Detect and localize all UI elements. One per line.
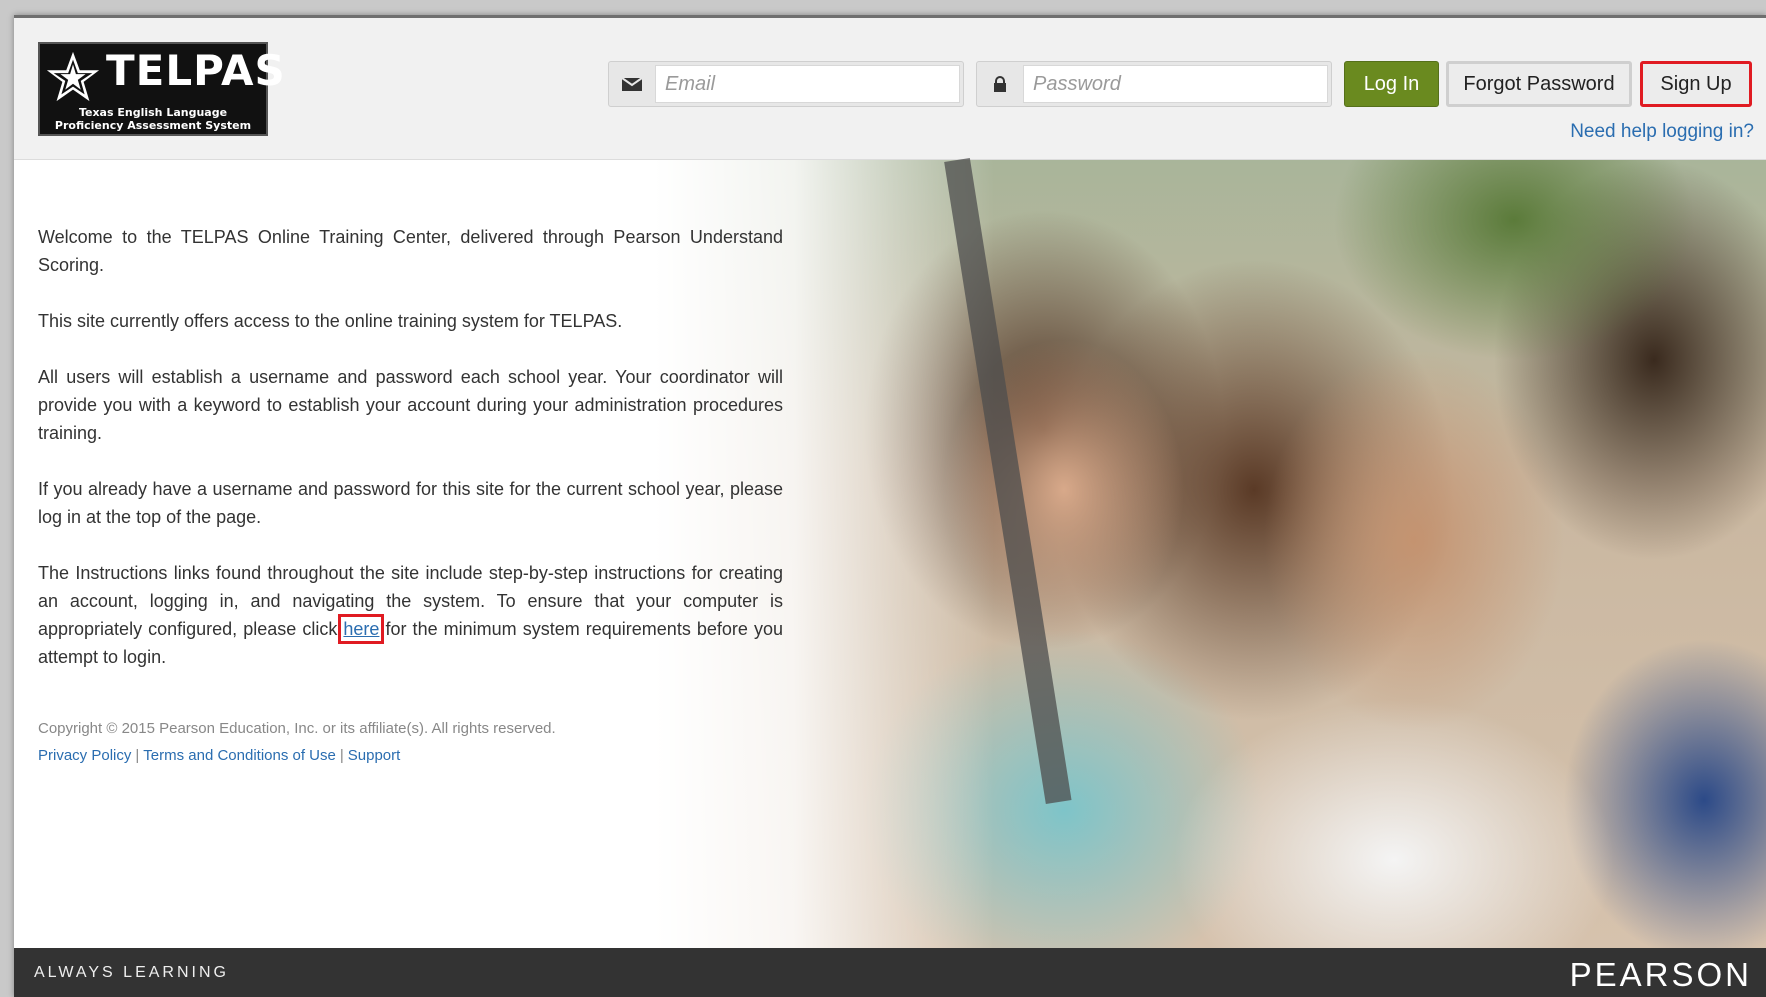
email-input[interactable] — [655, 65, 960, 103]
footer-bar: ALWAYS LEARNING PEARSON — [14, 948, 1766, 997]
logo-subtitle-line1: Texas English Language — [78, 106, 228, 119]
link-separator: | — [135, 747, 140, 764]
system-requirements-link[interactable]: here — [338, 614, 385, 644]
logo-wordmark: TELPAS — [106, 46, 286, 95]
legal-links: Privacy Policy | Terms and Conditions of U… — [38, 742, 556, 769]
swing-rope — [944, 157, 1072, 805]
need-help-link[interactable]: Need help logging in? — [1570, 121, 1754, 143]
copyright-text: Copyright © 2015 Pearson Education, Inc.… — [38, 720, 556, 737]
sign-up-button[interactable]: Sign Up — [1640, 61, 1752, 107]
pearson-logo: PEARSON — [1569, 956, 1752, 993]
login-paragraph: If you already have a username and passw… — [38, 479, 783, 527]
logo-subtitle: Texas English Language Proficiency Asses… — [40, 106, 266, 132]
instructions-paragraph: The Instructions links found throughout … — [38, 559, 783, 671]
lock-icon — [977, 62, 1023, 106]
email-field-group — [608, 61, 964, 107]
logo-subtitle-line2: Proficiency Assessment System — [54, 119, 252, 132]
support-link[interactable]: Support — [348, 747, 401, 764]
always-learning-tagline: ALWAYS LEARNING — [34, 964, 229, 981]
welcome-content: Welcome to the TELPAS Online Training Ce… — [38, 223, 783, 699]
telpas-logo: TELPAS Texas English Language Proficienc… — [38, 42, 285, 136]
password-field-group — [976, 61, 1332, 107]
star-icon — [46, 51, 100, 102]
copyright-block: Copyright © 2015 Pearson Education, Inc.… — [38, 715, 556, 769]
browser-page: TELPAS Texas English Language Proficienc… — [14, 15, 1766, 997]
login-button[interactable]: Log In — [1344, 61, 1439, 107]
welcome-paragraph: Welcome to the TELPAS Online Training Ce… — [38, 227, 783, 275]
terms-link[interactable]: Terms and Conditions of Use — [143, 747, 336, 764]
forgot-password-button[interactable]: Forgot Password — [1446, 61, 1632, 107]
training-paragraph: This site currently offers access to the… — [38, 311, 623, 331]
password-input[interactable] — [1023, 65, 1328, 103]
account-paragraph: All users will establish a username and … — [38, 367, 783, 443]
top-bar: TELPAS Texas English Language Proficienc… — [14, 15, 1766, 160]
privacy-policy-link[interactable]: Privacy Policy — [38, 747, 131, 764]
link-separator: | — [339, 747, 344, 764]
envelope-icon — [609, 62, 655, 106]
